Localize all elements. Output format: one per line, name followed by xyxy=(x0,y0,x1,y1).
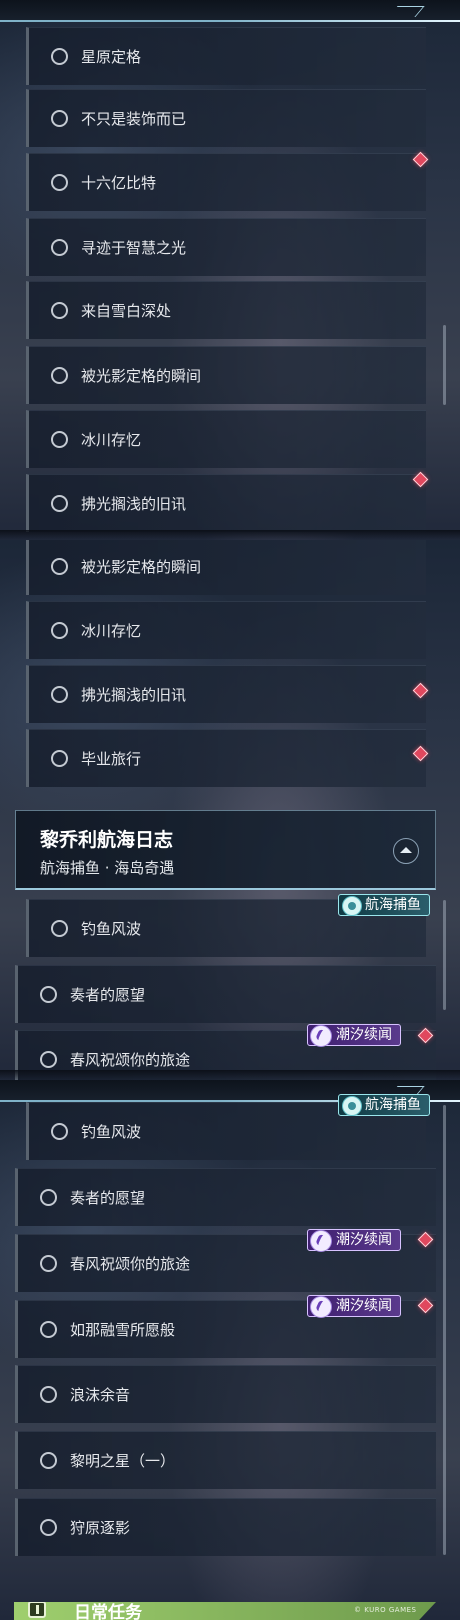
quest-status-circle-icon xyxy=(51,919,68,937)
panel-divider xyxy=(0,530,460,540)
list-top-frame xyxy=(0,0,460,22)
quest-title: 冰川存忆 xyxy=(81,431,142,449)
quest-item[interactable]: 被光影定格的瞬间 xyxy=(26,346,426,404)
tag-label: 潮汐续闻 xyxy=(336,1027,392,1043)
quest-item[interactable]: 被光影定格的瞬间 xyxy=(26,540,426,595)
quest-status-circle-icon xyxy=(51,1122,68,1140)
quest-item[interactable]: 奏者的愿望 xyxy=(15,965,436,1023)
quest-title: 拂光搁浅的旧讯 xyxy=(81,495,187,513)
quest-status-circle-icon xyxy=(40,1188,57,1206)
quest-title: 拂光搁浅的旧讯 xyxy=(81,686,187,704)
quest-status-circle-icon xyxy=(40,1320,57,1338)
quest-list-panel-2: 被光影定格的瞬间 冰川存忆 拂光搁浅的旧讯 毕业旅行 黎乔利航海日志 航海捕鱼 … xyxy=(0,540,460,1080)
category-tag: 潮汐续闻 xyxy=(307,1024,401,1047)
quest-status-circle-icon xyxy=(40,1451,57,1469)
quest-status-circle-icon xyxy=(51,47,68,65)
quest-title: 星原定格 xyxy=(81,48,142,66)
quest-item[interactable]: 浪沫余音 xyxy=(15,1365,436,1423)
quest-list-panel-3: 钓鱼风波 航海捕鱼 奏者的愿望 春风祝颂你的旅途 潮汐续闻 如那融雪所愿般 潮汐… xyxy=(0,1080,460,1620)
quest-title: 不只是装饰而已 xyxy=(81,110,187,128)
tide-badge-icon xyxy=(310,1230,332,1252)
quest-status-circle-icon xyxy=(51,557,68,575)
fishing-badge-icon xyxy=(342,896,362,916)
scrollbar[interactable] xyxy=(443,1105,446,1555)
fishing-badge-icon xyxy=(342,1096,362,1116)
quest-item[interactable]: 来自雪白深处 xyxy=(26,281,426,339)
quest-status-circle-icon xyxy=(51,430,68,448)
quest-title: 黎明之星（一） xyxy=(70,1452,176,1470)
quest-item[interactable]: 冰川存忆 xyxy=(26,410,426,468)
quest-status-circle-icon xyxy=(51,366,68,384)
quest-item[interactable]: 不只是装饰而已 xyxy=(26,89,426,147)
quest-item[interactable]: 奏者的愿望 xyxy=(15,1168,436,1226)
tag-label: 航海捕鱼 xyxy=(365,897,421,913)
exclamation-icon xyxy=(28,1602,46,1618)
quest-title: 浪沫余音 xyxy=(70,1386,131,1404)
quest-title: 狩原逐影 xyxy=(70,1519,131,1537)
daily-tasks-header[interactable]: 日常任务 © KURO GAMES xyxy=(14,1602,436,1620)
quest-item[interactable]: 冰川存忆 xyxy=(26,601,426,659)
watermark: © KURO GAMES xyxy=(354,1606,417,1614)
panel-divider xyxy=(0,1070,460,1080)
quest-section-header[interactable]: 黎乔利航海日志 航海捕鱼 · 海岛奇遇 xyxy=(15,810,436,890)
quest-status-circle-icon xyxy=(51,109,68,127)
quest-list-panel-1: 星原定格 不只是装饰而已 十六亿比特 寻迹于智慧之光 来自雪白深处 被光影定格的… xyxy=(0,0,460,540)
scrollbar[interactable] xyxy=(443,325,446,405)
quest-status-circle-icon xyxy=(51,238,68,256)
quest-status-circle-icon xyxy=(40,1050,57,1068)
collapse-chevron-icon[interactable] xyxy=(393,838,419,864)
quest-status-circle-icon xyxy=(51,621,68,639)
quest-title: 钓鱼风波 xyxy=(81,1123,142,1141)
daily-tasks-label: 日常任务 xyxy=(74,1603,142,1620)
quest-status-circle-icon xyxy=(40,1518,57,1536)
tide-badge-icon xyxy=(310,1025,332,1047)
quest-title: 钓鱼风波 xyxy=(81,920,142,938)
quest-title: 奏者的愿望 xyxy=(70,1189,146,1207)
quest-status-circle-icon xyxy=(51,749,68,767)
quest-item[interactable]: 黎明之星（一） xyxy=(15,1431,436,1489)
quest-status-circle-icon xyxy=(40,1385,57,1403)
quest-status-circle-icon xyxy=(51,173,68,191)
quest-item[interactable]: 毕业旅行 xyxy=(26,729,426,787)
quest-status-circle-icon xyxy=(51,494,68,512)
quest-item[interactable]: 寻迹于智慧之光 xyxy=(26,218,426,276)
section-subtitle: 航海捕鱼 · 海岛奇遇 xyxy=(40,859,175,877)
tag-label: 潮汐续闻 xyxy=(336,1298,392,1314)
section-title: 黎乔利航海日志 xyxy=(40,829,174,851)
tide-badge-icon xyxy=(310,1296,332,1318)
tag-label: 航海捕鱼 xyxy=(365,1097,421,1113)
quest-title: 十六亿比特 xyxy=(81,174,157,192)
quest-title: 奏者的愿望 xyxy=(70,986,146,1004)
category-tag: 航海捕鱼 xyxy=(338,1094,430,1116)
tag-label: 潮汐续闻 xyxy=(336,1232,392,1248)
category-tag: 潮汐续闻 xyxy=(307,1229,401,1252)
category-tag: 航海捕鱼 xyxy=(338,894,430,916)
quest-status-circle-icon xyxy=(51,685,68,703)
quest-title: 被光影定格的瞬间 xyxy=(81,367,202,385)
quest-title: 如那融雪所愿般 xyxy=(70,1321,176,1339)
quest-status-circle-icon xyxy=(51,301,68,319)
quest-item[interactable]: 星原定格 xyxy=(26,27,426,85)
scrollbar[interactable] xyxy=(443,900,446,1010)
quest-title: 被光影定格的瞬间 xyxy=(81,558,202,576)
quest-title: 寻迹于智慧之光 xyxy=(81,239,187,257)
quest-item[interactable]: 十六亿比特 xyxy=(26,153,426,211)
quest-item[interactable]: 拂光搁浅的旧讯 xyxy=(26,474,426,532)
quest-item[interactable]: 拂光搁浅的旧讯 xyxy=(26,665,426,723)
quest-title: 春风祝颂你的旅途 xyxy=(70,1255,191,1273)
quest-item[interactable]: 狩原逐影 xyxy=(15,1498,436,1556)
quest-title: 冰川存忆 xyxy=(81,622,142,640)
quest-status-circle-icon xyxy=(40,1254,57,1272)
quest-title: 毕业旅行 xyxy=(81,750,142,768)
category-tag: 潮汐续闻 xyxy=(307,1295,401,1318)
quest-status-circle-icon xyxy=(40,985,57,1003)
quest-title: 来自雪白深处 xyxy=(81,302,172,320)
